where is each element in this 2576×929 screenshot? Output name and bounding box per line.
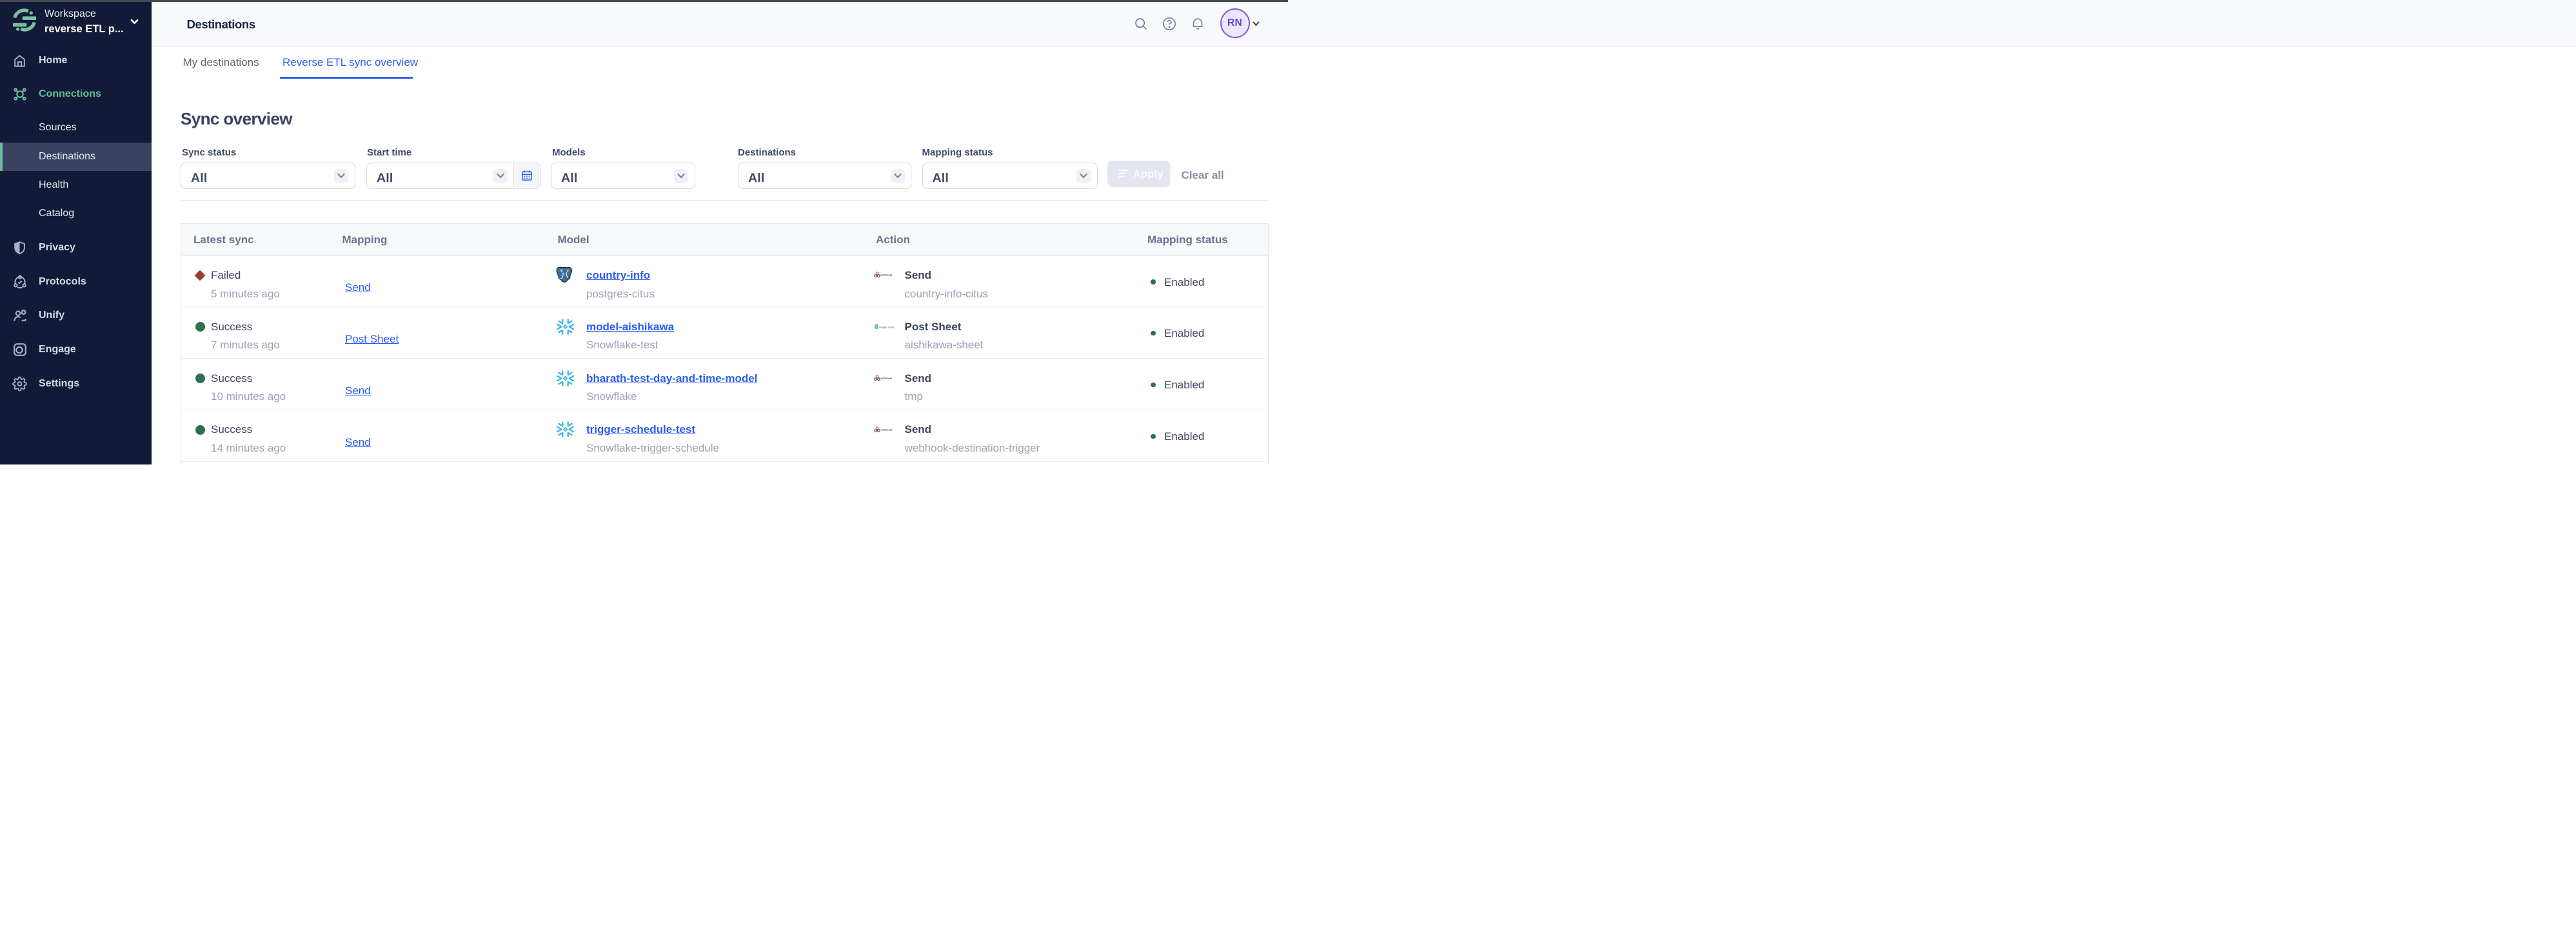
svg-text:webhooks: webhooks — [880, 377, 892, 379]
svg-text:Google Sheets: Google Sheets — [879, 326, 894, 328]
svg-text:webhooks: webhooks — [880, 274, 892, 276]
svg-text:webhooks: webhooks — [880, 428, 892, 431]
